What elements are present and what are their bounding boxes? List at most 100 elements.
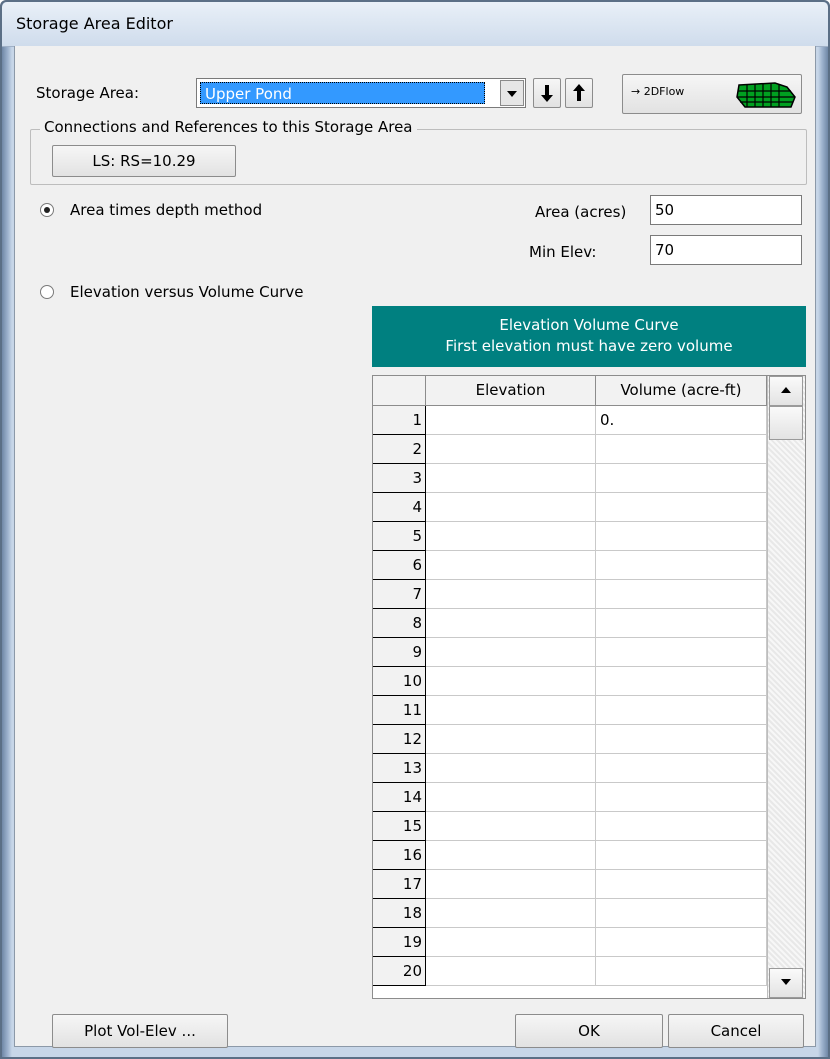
volume-cell[interactable] [596,580,767,609]
storage-area-dropdown[interactable]: Upper Pond [196,78,526,108]
volume-cell[interactable] [596,435,767,464]
elevation-cell[interactable] [426,957,596,986]
elevation-cell[interactable] [426,928,596,957]
row-number[interactable]: 9 [373,638,426,667]
row-number[interactable]: 19 [373,928,426,957]
row-number[interactable]: 3 [373,464,426,493]
elevation-cell[interactable] [426,725,596,754]
row-number[interactable]: 20 [373,957,426,986]
elevation-cell[interactable] [426,580,596,609]
elevation-volume-grid[interactable]: Elevation Volume (acre-ft) 1 0. 2 3 4 5 6 7 8 9 10… [372,375,806,999]
elevation-cell[interactable] [426,638,596,667]
elevation-cell[interactable] [426,667,596,696]
elevation-cell[interactable] [426,783,596,812]
row-number[interactable]: 13 [373,754,426,783]
volume-cell[interactable] [596,841,767,870]
scroll-up-arrow-icon [781,387,791,393]
move-up-button[interactable] [565,78,593,108]
volume-cell[interactable] [596,638,767,667]
elev-volume-radio[interactable] [40,285,54,299]
volume-cell[interactable] [596,464,767,493]
row-number[interactable]: 1 [373,406,426,435]
column-header-elevation[interactable]: Elevation [426,376,596,406]
elevation-cell[interactable] [426,406,596,435]
volume-cell[interactable] [596,551,767,580]
row-number[interactable]: 10 [373,667,426,696]
ok-button[interactable]: OK [515,1014,663,1048]
volume-cell[interactable] [596,783,767,812]
area-depth-radio[interactable] [40,203,54,217]
volume-cell[interactable] [596,667,767,696]
volume-cell[interactable] [596,522,767,551]
scroll-down-arrow-icon [781,979,791,985]
volume-cell[interactable] [596,725,767,754]
plot-vol-elev-button[interactable]: Plot Vol-Elev ... [52,1014,228,1048]
volume-cell[interactable] [596,928,767,957]
elevation-cell[interactable] [426,696,596,725]
radio-selected-dot [44,207,50,213]
volume-cell[interactable] [596,899,767,928]
elevation-cell[interactable] [426,493,596,522]
scroll-up-button[interactable] [769,376,803,406]
arrow-up-icon [573,84,585,101]
mesh-icon [736,82,796,108]
elevation-cell[interactable] [426,609,596,638]
volume-cell[interactable]: 0. [596,406,767,435]
row-number[interactable]: 12 [373,725,426,754]
elevation-cell[interactable] [426,551,596,580]
flow2d-button[interactable]: → 2DFlow [622,74,802,114]
elevation-cell[interactable] [426,870,596,899]
volume-cell[interactable] [596,754,767,783]
row-number[interactable]: 17 [373,870,426,899]
curve-table-title: Elevation Volume Curve [499,316,679,334]
row-number[interactable]: 2 [373,435,426,464]
elevation-cell[interactable] [426,841,596,870]
min-elev-input[interactable]: 70 [650,235,802,265]
volume-cell[interactable] [596,696,767,725]
window-title: Storage Area Editor [16,14,173,33]
column-header-volume[interactable]: Volume (acre-ft) [596,376,767,406]
elevation-cell[interactable] [426,812,596,841]
elev-volume-label: Elevation versus Volume Curve [70,283,304,301]
row-number[interactable]: 6 [373,551,426,580]
cancel-button[interactable]: Cancel [668,1014,804,1048]
row-number[interactable]: 8 [373,609,426,638]
area-acres-label: Area (acres) [535,203,627,221]
row-number[interactable]: 7 [373,580,426,609]
volume-cell[interactable] [596,870,767,899]
area-acres-input[interactable]: 50 [650,195,802,225]
curve-table-header: Elevation Volume Curve First elevation m… [372,306,806,367]
volume-cell[interactable] [596,812,767,841]
min-elev-label: Min Elev: [529,243,597,261]
area-depth-label: Area times depth method [70,201,263,219]
scroll-thumb[interactable] [769,406,803,440]
dropdown-arrow-button[interactable] [500,80,524,106]
connection-ls-button[interactable]: LS: RS=10.29 [52,145,236,177]
volume-cell[interactable] [596,609,767,638]
chevron-down-icon [507,91,517,97]
elevation-cell[interactable] [426,464,596,493]
row-number[interactable]: 15 [373,812,426,841]
row-number[interactable]: 5 [373,522,426,551]
vertical-scrollbar[interactable] [767,376,805,998]
elevation-cell[interactable] [426,435,596,464]
row-number[interactable]: 14 [373,783,426,812]
flow2d-label: → 2DFlow [631,85,685,98]
row-number[interactable]: 11 [373,696,426,725]
row-number[interactable]: 4 [373,493,426,522]
corner-header [373,376,426,406]
connections-group-label: Connections and References to this Stora… [40,118,417,136]
volume-cell[interactable] [596,493,767,522]
scroll-down-button[interactable] [769,968,803,998]
elevation-cell[interactable] [426,899,596,928]
storage-area-selected[interactable]: Upper Pond [200,82,485,104]
volume-cell[interactable] [596,957,767,986]
row-number[interactable]: 18 [373,899,426,928]
storage-area-label: Storage Area: [36,84,140,102]
move-down-button[interactable] [533,78,561,108]
curve-table-subtitle: First elevation must have zero volume [445,337,733,355]
elevation-cell[interactable] [426,754,596,783]
row-number[interactable]: 16 [373,841,426,870]
title-bar[interactable]: Storage Area Editor [2,2,828,47]
elevation-cell[interactable] [426,522,596,551]
